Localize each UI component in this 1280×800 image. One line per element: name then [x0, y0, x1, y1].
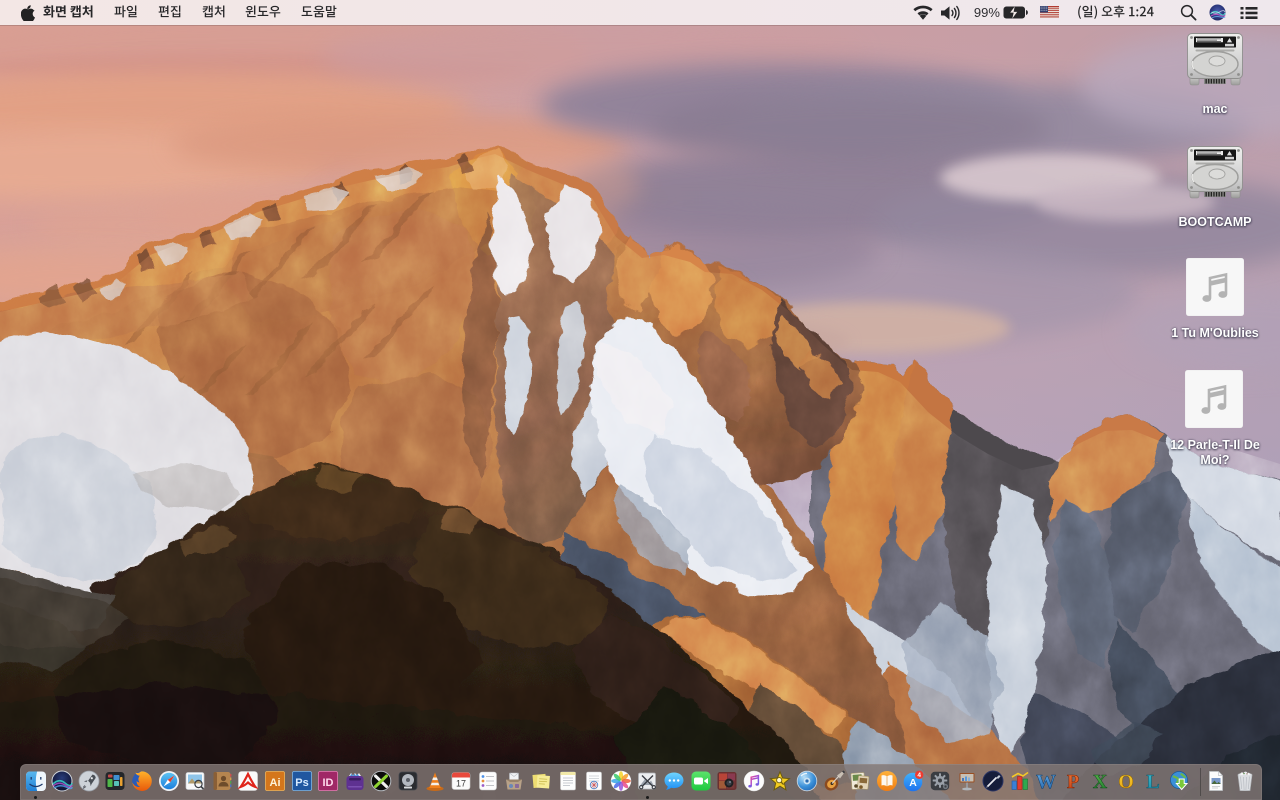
svg-text:Ai: Ai	[269, 777, 280, 789]
svg-text:P: P	[1067, 771, 1079, 792]
svg-text:17: 17	[456, 779, 466, 789]
svg-text:A: A	[910, 777, 918, 789]
svg-text:Ps: Ps	[295, 777, 308, 789]
svg-text:L: L	[1146, 771, 1159, 792]
svg-text:O: O	[1118, 771, 1134, 792]
svg-text:X: X	[1092, 771, 1107, 792]
svg-text:4: 4	[918, 772, 922, 779]
svg-text:ID: ID	[323, 777, 334, 789]
svg-text:W: W	[1036, 771, 1056, 792]
